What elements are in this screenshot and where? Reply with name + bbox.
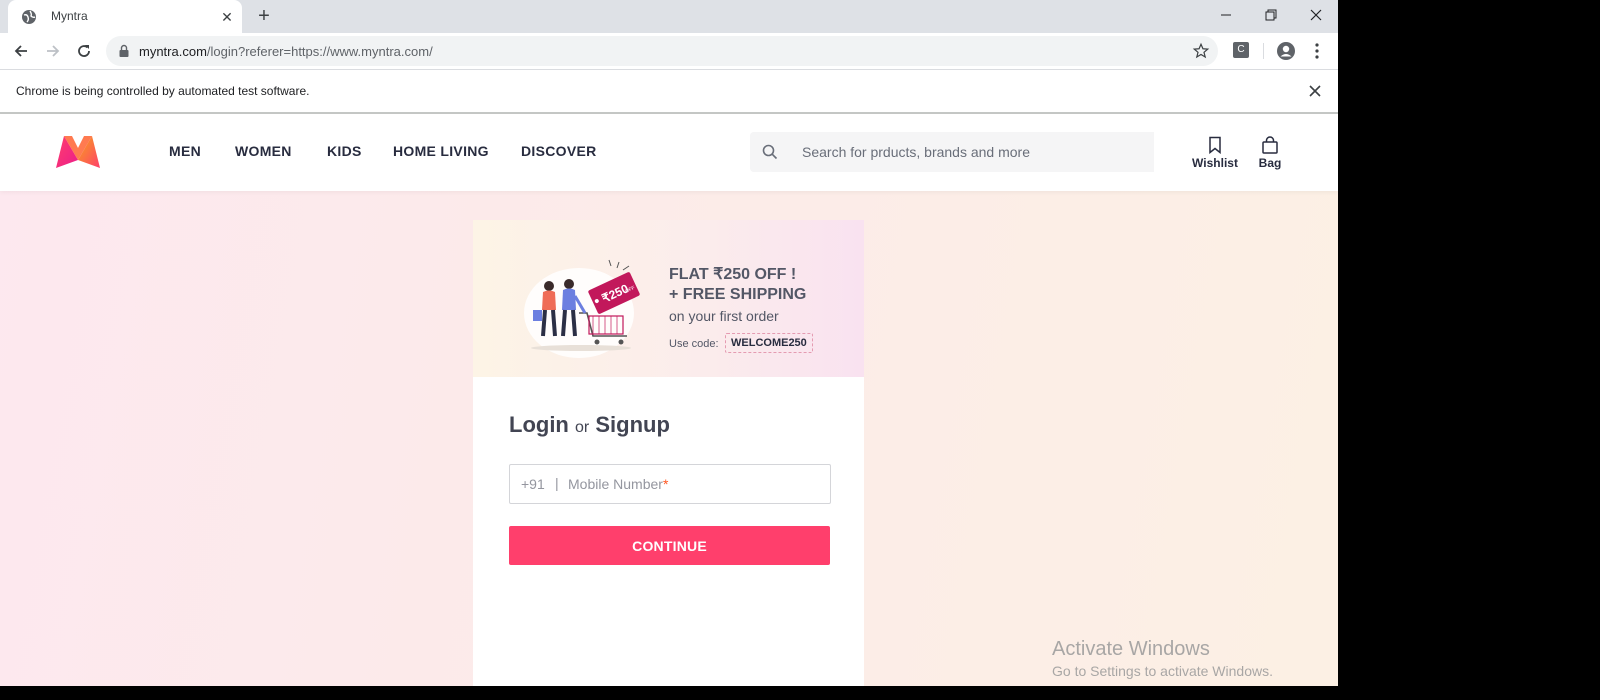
lock-icon bbox=[119, 44, 129, 57]
infobar-close-icon[interactable] bbox=[1306, 82, 1324, 100]
signup-title: Signup bbox=[595, 412, 670, 437]
back-button[interactable] bbox=[8, 38, 34, 64]
toolbar-divider bbox=[1263, 43, 1264, 59]
promo-subtext: on your first order bbox=[669, 308, 779, 324]
search-icon[interactable] bbox=[750, 132, 790, 172]
url-path: /login?referer=https://www.myntra.com/ bbox=[206, 44, 433, 59]
profile-avatar-icon[interactable] bbox=[1276, 41, 1296, 61]
url-text: myntra.com/login?referer=https://www.myn… bbox=[139, 44, 433, 59]
tab-strip: Myntra ✕ + bbox=[0, 0, 1338, 33]
tab-myntra[interactable]: Myntra ✕ bbox=[8, 0, 242, 33]
browser-window: Myntra ✕ + myntra.com/login?referer=http… bbox=[0, 0, 1338, 686]
infobar-message: Chrome is being controlled by automated … bbox=[16, 84, 310, 98]
myntra-logo[interactable] bbox=[54, 134, 102, 170]
field-divider: | bbox=[555, 475, 559, 491]
page-content: MEN WOMEN KIDS HOME LIVING DISCOVER Wish… bbox=[0, 114, 1338, 686]
bag-icon bbox=[1262, 136, 1278, 154]
menu-kebab-icon[interactable] bbox=[1309, 41, 1325, 61]
tab-close-icon[interactable]: ✕ bbox=[218, 8, 236, 26]
nav-kids[interactable]: KIDS bbox=[327, 143, 362, 159]
use-code-label: Use code: bbox=[669, 338, 719, 350]
mobile-number-field[interactable]: +91 | Mobile Number* bbox=[509, 464, 831, 504]
browser-toolbar: myntra.com/login?referer=https://www.myn… bbox=[0, 33, 1338, 70]
magnifier-glyph bbox=[762, 144, 778, 160]
reload-icon bbox=[78, 45, 90, 57]
wishlist-button[interactable]: Wishlist bbox=[1192, 136, 1238, 170]
mobile-placeholder-text: Mobile Number bbox=[568, 476, 663, 492]
nav-women[interactable]: WOMEN bbox=[235, 143, 292, 159]
country-code: +91 bbox=[521, 476, 545, 492]
new-tab-button[interactable]: + bbox=[252, 4, 276, 28]
restore-icon bbox=[1265, 9, 1277, 21]
search-input[interactable] bbox=[790, 132, 1154, 172]
promo-headline: FLAT ₹250 OFF ! bbox=[669, 266, 797, 283]
login-heading: Login or Signup bbox=[509, 412, 670, 438]
nav-men[interactable]: MEN bbox=[169, 143, 201, 159]
restore-button[interactable] bbox=[1248, 0, 1294, 30]
tab-title: Myntra bbox=[51, 9, 88, 23]
close-window-button[interactable] bbox=[1293, 0, 1338, 30]
bookmark-icon bbox=[1209, 136, 1221, 154]
search-box bbox=[750, 132, 1154, 172]
activate-windows-subtitle: Go to Settings to activate Windows. bbox=[1052, 663, 1273, 679]
login-title: Login bbox=[509, 412, 569, 437]
promo-shipping: + FREE SHIPPING bbox=[669, 286, 807, 303]
back-arrow-icon bbox=[14, 45, 27, 57]
forward-arrow-icon bbox=[47, 45, 60, 57]
globe-icon bbox=[22, 10, 36, 24]
bag-label: Bag bbox=[1258, 156, 1282, 170]
bookmark-star-icon[interactable] bbox=[1192, 42, 1210, 60]
minimize-button[interactable] bbox=[1203, 0, 1249, 30]
bag-button[interactable]: Bag bbox=[1256, 136, 1284, 170]
reload-button[interactable] bbox=[71, 38, 97, 64]
wishlist-label: Wishlist bbox=[1192, 156, 1238, 170]
activate-windows-title: Activate Windows bbox=[1052, 638, 1210, 660]
continue-button[interactable]: CONTINUE bbox=[509, 526, 830, 565]
promo-banner: ₹250 OFF FLAT ₹250 OFF ! + FREE SHIPPING… bbox=[473, 220, 864, 377]
login-card: ₹250 OFF FLAT ₹250 OFF ! + FREE SHIPPING… bbox=[473, 220, 864, 686]
mobile-placeholder: Mobile Number* bbox=[568, 476, 668, 492]
automation-infobar: Chrome is being controlled by automated … bbox=[0, 70, 1338, 114]
address-bar[interactable]: myntra.com/login?referer=https://www.myn… bbox=[106, 36, 1218, 66]
nav-home-living[interactable]: HOME LIVING bbox=[393, 143, 489, 159]
shopping-illustration: ₹250 OFF bbox=[524, 259, 640, 358]
or-text: or bbox=[575, 419, 590, 436]
url-host: myntra.com bbox=[139, 44, 207, 59]
coupon-code: WELCOME250 bbox=[725, 333, 813, 353]
nav-discover[interactable]: DISCOVER bbox=[521, 143, 597, 159]
required-mark: * bbox=[662, 476, 669, 492]
close-icon bbox=[1310, 9, 1322, 21]
site-header: MEN WOMEN KIDS HOME LIVING DISCOVER Wish… bbox=[0, 114, 1338, 191]
extension-icon[interactable]: C bbox=[1233, 42, 1249, 58]
minimize-icon bbox=[1221, 14, 1231, 16]
forward-button[interactable] bbox=[40, 38, 66, 64]
